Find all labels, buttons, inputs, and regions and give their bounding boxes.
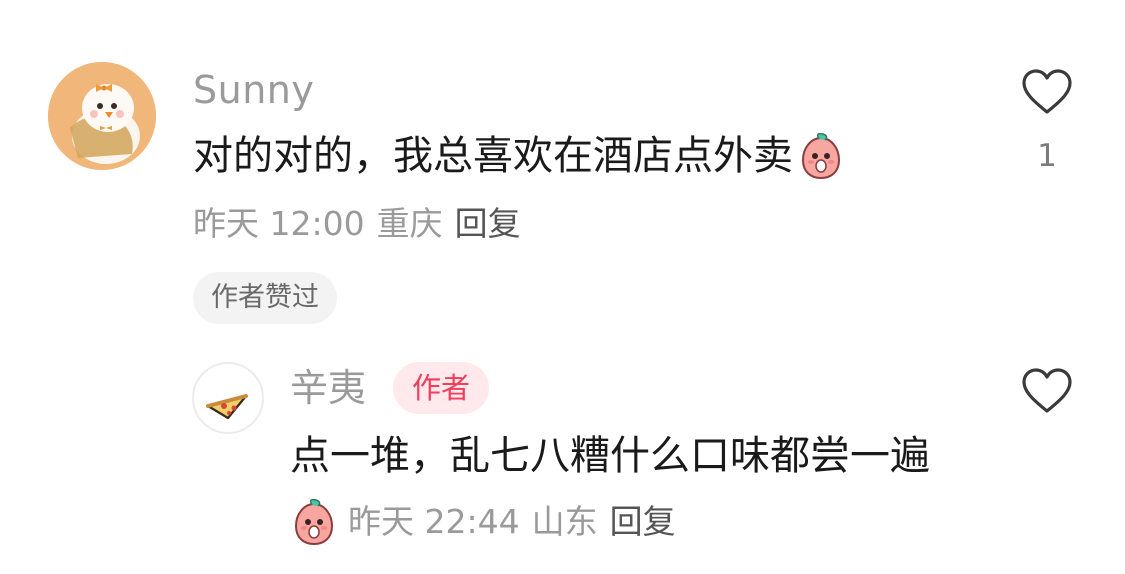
reply-location: 山东: [531, 502, 598, 541]
comment-username[interactable]: Sunny: [193, 68, 314, 112]
reply-time: 昨天 22:44: [348, 502, 520, 541]
heart-icon: [1022, 368, 1072, 413]
reply-username[interactable]: 辛夷: [290, 366, 366, 410]
reply-avatar[interactable]: [192, 362, 264, 434]
like-button[interactable]: [1020, 68, 1074, 116]
reply-text: 点一堆，乱七八糟什么口味都尝一遍: [290, 433, 930, 479]
author-badge: 作者: [393, 362, 489, 414]
reply-like-button[interactable]: [1020, 367, 1074, 415]
reply-meta: 昨天 22:44 山东 回复: [290, 496, 688, 548]
reply-reply-button[interactable]: 回复: [610, 500, 676, 544]
like-count: 1: [1037, 138, 1057, 174]
peach-emoji-icon: [801, 132, 841, 180]
author-liked-chip: 作者赞过: [193, 272, 337, 324]
avatar[interactable]: [48, 62, 156, 170]
comment-time: 昨天 12:00: [193, 204, 365, 243]
peach-emoji-icon: [294, 498, 334, 546]
chick-avatar-icon: [48, 62, 156, 170]
comment-location: 重庆: [376, 204, 443, 243]
comment-meta: 昨天 12:00 重庆 回复: [193, 202, 533, 246]
comment-text: 对的对的，我总喜欢在酒店点外卖: [193, 133, 793, 179]
comment-body: 对的对的，我总喜欢在酒店点外卖: [193, 130, 845, 182]
pizza-slice-icon: [206, 394, 248, 420]
heart-icon: [1022, 69, 1072, 114]
reply-button[interactable]: 回复: [455, 204, 521, 243]
